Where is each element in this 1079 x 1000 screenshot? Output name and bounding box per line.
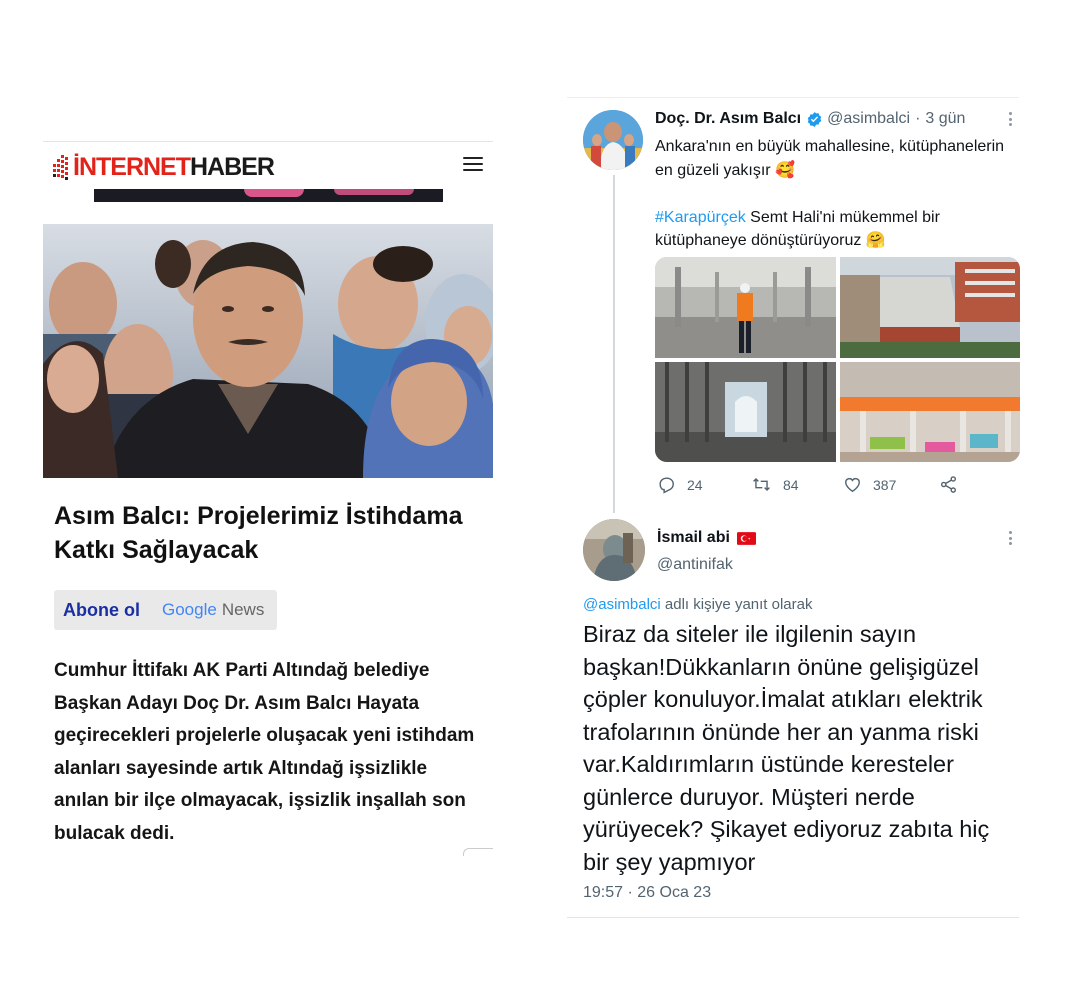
tweet-photo[interactable]	[655, 257, 836, 358]
news-wordmark: News	[221, 600, 265, 619]
tweet-action-bar: 24 84 387	[655, 475, 975, 495]
google-news-logo: Google News	[162, 600, 264, 620]
logo-text-haber: HABER	[190, 152, 275, 181]
divider	[567, 917, 1019, 918]
reply-count: 24	[687, 476, 703, 493]
reply-button[interactable]: 24	[657, 475, 703, 494]
tweet-timestamp[interactable]: 19:57 · 26 Oca 23	[583, 884, 711, 902]
heart-icon	[845, 477, 860, 493]
more-options-icon[interactable]	[1003, 111, 1017, 127]
divider	[463, 848, 493, 856]
reply-context: @asimbalci adlı kişiye yanıt olarak	[583, 596, 813, 613]
hashtag-link[interactable]: #Karapürçek	[655, 209, 746, 226]
reply-author: İsmail abi	[657, 529, 756, 547]
thread-connector-line	[613, 175, 615, 513]
reply-text: Biraz da siteler ile ilgilenin sayın baş…	[583, 621, 990, 875]
reply-context-text: adlı kişiye yanıt olarak	[660, 596, 813, 613]
retweet-count: 84	[783, 476, 799, 493]
tweet-header: Doç. Dr. Asım Balcı @asimbalci · 3 gün	[655, 110, 965, 128]
google-wordmark: Google	[162, 600, 217, 619]
google-news-follow-button[interactable]: Abone ol Google News	[54, 590, 277, 630]
internethaber-logo[interactable]: İNTERNETHABER	[53, 149, 275, 185]
retweet-button[interactable]: 84	[751, 475, 799, 494]
tweet-photo[interactable]	[655, 361, 836, 462]
divider	[43, 141, 493, 142]
follow-label: Abone ol	[63, 599, 140, 620]
article-hero-photo	[43, 224, 493, 478]
avatar[interactable]	[583, 110, 643, 170]
like-count: 387	[873, 476, 897, 493]
author-handle[interactable]: @antinifak	[657, 556, 733, 574]
article-body-text: Cumhur İttifakı AK Parti Altındağ beledi…	[54, 660, 475, 844]
author-name[interactable]: Doç. Dr. Asım Balcı	[655, 110, 801, 128]
mention-link[interactable]: @asimbalci	[583, 596, 661, 613]
share-button[interactable]	[939, 475, 969, 494]
tweet-media-grid	[655, 257, 1020, 462]
author-name[interactable]: İsmail abi	[657, 529, 730, 547]
tweet-thread: Doç. Dr. Asım Balcı @asimbalci · 3 gün A…	[567, 97, 1020, 919]
news-article-card: İNTERNETHABER Asım Balcı: Projelerimiz İ…	[43, 141, 493, 856]
turkey-flag-icon	[736, 531, 756, 545]
article-headline[interactable]: Asım Balcı: Projelerimiz İstihdama Katkı…	[54, 499, 474, 567]
like-button[interactable]: 387	[843, 475, 896, 494]
tweet-photo[interactable]	[839, 257, 1020, 358]
more-options-icon[interactable]	[1003, 530, 1017, 546]
logo-text-internet: İNTERNET	[73, 152, 191, 181]
separator-dot: ·	[915, 110, 921, 127]
divider	[567, 97, 1019, 98]
avatar[interactable]	[583, 519, 645, 581]
retweet-icon	[753, 477, 770, 492]
verified-badge-icon	[807, 111, 822, 127]
author-handle[interactable]: @asimbalci	[827, 110, 910, 128]
tweet-age[interactable]: 3 gün	[925, 110, 965, 128]
ad-banner-strip[interactable]	[94, 189, 443, 202]
share-icon	[940, 476, 957, 493]
menu-hamburger-icon[interactable]	[463, 157, 483, 173]
tweet-text: Ankara'nın en büyük mahallesine, kütüpha…	[655, 135, 1005, 253]
logo-mark-icon	[53, 152, 71, 182]
tweet-photo[interactable]	[839, 361, 1020, 462]
reply-icon	[659, 477, 674, 494]
tweet-line: Ankara'nın en büyük mahallesine, kütüpha…	[655, 138, 1005, 179]
